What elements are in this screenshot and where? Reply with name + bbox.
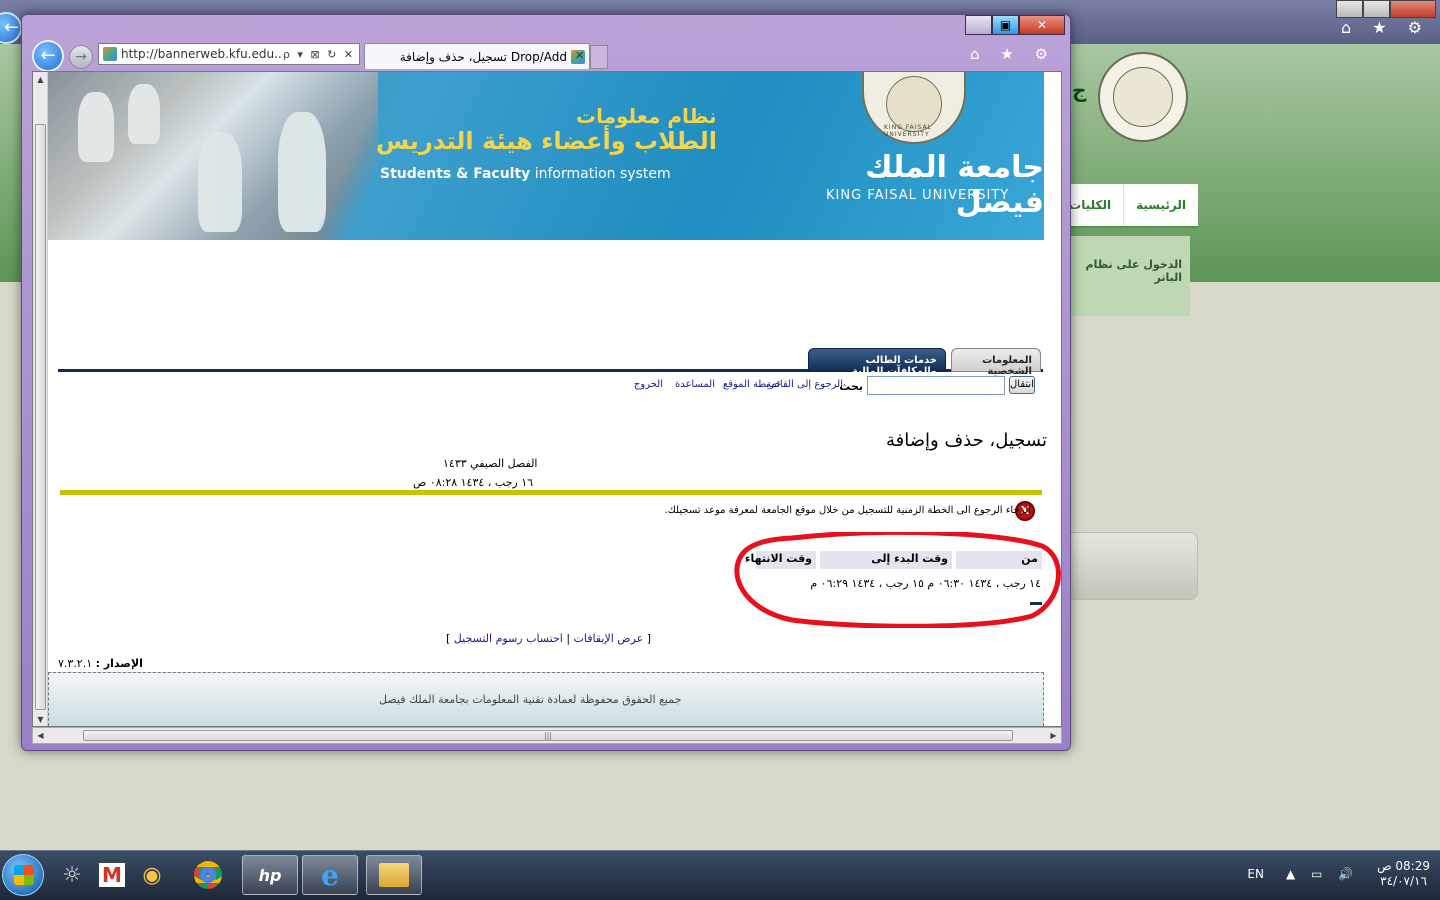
university-logo <box>1098 52 1188 142</box>
back-button[interactable]: ← <box>32 40 64 72</box>
tab-student-services[interactable]: خدمات الطالب والمكافآت المالية <box>808 348 946 377</box>
current-date: ١٦ رجب ، ١٤٣٤ ٠٨:٢٨ ص <box>413 476 534 489</box>
view-holds-link[interactable]: عرض الإيقافات <box>574 632 644 645</box>
version-value: ٧.٣.٢.١ <box>58 657 93 670</box>
forward-button[interactable]: → <box>69 45 93 69</box>
hp-logo-icon: hp <box>258 865 282 885</box>
logo-emblem <box>1113 67 1173 127</box>
close-button[interactable]: ✕ <box>1019 15 1065 35</box>
background-back-button[interactable]: ← <box>0 12 22 44</box>
browser-tab[interactable]: Drop/Add تسجيل، حذف وإضافة ✕ <box>364 43 590 69</box>
favicon-icon <box>103 47 117 61</box>
background-grey-box <box>1070 532 1198 600</box>
scroll-thumb[interactable]: ||| <box>83 730 1013 741</box>
system-tray: EN ▲ ▭ 🔊 08:29 ص ٣٤/٠٧/١٦ <box>1247 859 1430 889</box>
background-toolbar-icons[interactable]: ⌂ ★ ⚙ <box>1341 18 1430 37</box>
page-title: تسجيل، حذف وإضافة <box>886 430 1047 451</box>
scroll-right-icon[interactable]: ▶ <box>1046 728 1061 743</box>
chrome-glyph <box>194 861 222 889</box>
scroll-thumb[interactable] <box>35 124 46 710</box>
annotation-circle <box>734 532 1061 628</box>
calculate-fees-link[interactable]: احتساب رسوم التسجيل <box>454 632 563 645</box>
arrow-left-icon: ← <box>4 17 20 38</box>
banner-subtitle: Students & Faculty information system <box>380 166 671 182</box>
bracket-open: [ <box>646 632 652 645</box>
page-viewport: ▲ ▼ نظام معلومات الطلاب وأعضاء هيئة التد… <box>32 71 1062 727</box>
camera-app-icon[interactable]: ◉ <box>124 855 180 895</box>
bottom-links: [ عرض الإيقافات | احتساب رسوم التسجيل ] <box>446 632 651 645</box>
clock-date: ٣٤/٠٧/١٦ <box>1380 874 1427 888</box>
folder-icon <box>379 863 409 887</box>
explorer-taskbar-icon[interactable] <box>366 855 422 895</box>
exit-link[interactable]: الخروج <box>634 379 663 390</box>
address-url[interactable]: http://bannerweb.kfu.edu... <box>121 47 283 61</box>
window-controls: ▣ ✕ <box>965 15 1065 35</box>
term-name: الفصل الصيفي ١٤٣٣ <box>443 457 538 470</box>
vertical-scrollbar[interactable]: ▲ ▼ <box>33 72 48 726</box>
header-banner: نظام معلومات الطلاب وأعضاء هيئة التدريس … <box>48 72 1044 240</box>
maximize-button[interactable]: ▣ <box>992 15 1019 35</box>
background-nav: الرئيسية الكليات <box>1056 184 1198 228</box>
tray-icons[interactable]: ▲ ▭ 🔊 <box>1286 867 1359 881</box>
close-button[interactable] <box>1390 0 1436 18</box>
secondary-nav: انتقال بحث الرجوع إلى القائمة خريطة المو… <box>58 376 1043 398</box>
link-separator: | <box>566 632 571 645</box>
start-button[interactable] <box>2 854 44 896</box>
hp-app-icon[interactable]: hp <box>242 855 298 895</box>
tab-personal-info[interactable]: المعلومات الشخصية <box>951 348 1041 377</box>
arrow-right-icon: → <box>75 49 87 65</box>
banner-title-line2: الطلاب وأعضاء هيئة التدريس <box>376 127 717 155</box>
version: الإصدار : ٧.٣.٢.١ <box>58 657 143 670</box>
version-label: الإصدار : <box>95 657 143 670</box>
camera-icon: ◉ <box>142 862 162 888</box>
side-panel-link[interactable]: الدخول على نظام الباتر <box>1070 236 1190 284</box>
tab-title: Drop/Add تسجيل، حذف وإضافة <box>399 49 567 64</box>
university-name-en: KING FAISAL UNIVERSITY <box>826 188 1010 203</box>
address-bar[interactable]: http://bannerweb.kfu.edu... ρ ▾ ⊠ ↻ ✕ <box>98 43 360 65</box>
tab-close-icon[interactable]: ✕ <box>575 49 584 62</box>
gmail-glyph: M <box>99 863 125 887</box>
windows-logo-icon <box>14 865 34 885</box>
taskbar: ☼ M ◉ hp e EN ▲ ▭ 🔊 08:29 ص ٣٤/٠٧/١٦ <box>0 850 1440 900</box>
background-window-controls <box>1336 0 1436 18</box>
maximize-button[interactable] <box>1363 0 1390 18</box>
banner-title-line1: نظام معلومات <box>576 104 717 128</box>
scroll-up-icon[interactable]: ▲ <box>33 72 48 87</box>
nav-item-home[interactable]: الرئيسية <box>1123 184 1198 226</box>
ie-window: ▣ ✕ ← → http://bannerweb.kfu.edu... ρ ▾ … <box>21 14 1071 751</box>
section-divider <box>60 490 1042 495</box>
horizontal-scrollbar[interactable]: ◀ ||| ▶ <box>32 727 1062 744</box>
language-indicator[interactable]: EN <box>1247 867 1264 881</box>
close-icon: ✕ <box>1036 18 1048 32</box>
address-tools[interactable]: ρ ▾ ⊠ ↻ ✕ <box>283 48 355 61</box>
page: نظام معلومات الطلاب وأعضاء هيئة التدريس … <box>48 72 1061 726</box>
seal-text: KING FAISAL UNIVERSITY <box>884 124 932 138</box>
scroll-left-icon[interactable]: ◀ <box>33 728 48 743</box>
toolbar-icons[interactable]: ⌂ ★ ⚙ <box>970 45 1056 63</box>
error-message: الرجاء الرجوع الى الخطة الزمنية للتسجيل … <box>664 505 1031 516</box>
bracket-close: ] <box>446 632 451 645</box>
chrome-icon[interactable] <box>180 855 236 895</box>
main-tabs: المعلومات الشخصية خدمات الطالب والمكافآت… <box>58 342 1043 377</box>
clock-time: 08:29 ص <box>1377 859 1430 873</box>
ie-logo-icon: e <box>321 858 339 892</box>
search-input[interactable] <box>867 376 1005 395</box>
go-button[interactable]: انتقال <box>1009 376 1035 394</box>
header-title-fragment: ج <box>1072 78 1087 102</box>
window-icon: ▣ <box>999 18 1012 32</box>
minimize-button[interactable] <box>1336 0 1363 18</box>
scroll-down-icon[interactable]: ▼ <box>33 712 48 726</box>
minimize-button[interactable] <box>965 15 992 35</box>
circle-app-icon: ☼ <box>62 862 82 888</box>
help-link[interactable]: المساعدة <box>675 379 715 390</box>
footer: جميع الحقوق محفوظة لعمادة تقنية المعلوما… <box>48 672 1044 726</box>
new-tab-button[interactable] <box>590 45 608 69</box>
clock[interactable]: 08:29 ص ٣٤/٠٧/١٦ <box>1377 859 1430 889</box>
university-name-ar: جامعة الملك فيصل <box>865 150 1044 220</box>
arrow-left-icon: ← <box>40 45 56 66</box>
footer-copyright: جميع الحقوق محفوظة لعمادة تقنية المعلوما… <box>379 693 682 706</box>
background-side-panel: الدخول على نظام الباتر <box>1070 236 1190 316</box>
ie-taskbar-icon[interactable]: e <box>302 855 358 895</box>
site-map-link[interactable]: خريطة الموقع <box>723 379 781 390</box>
